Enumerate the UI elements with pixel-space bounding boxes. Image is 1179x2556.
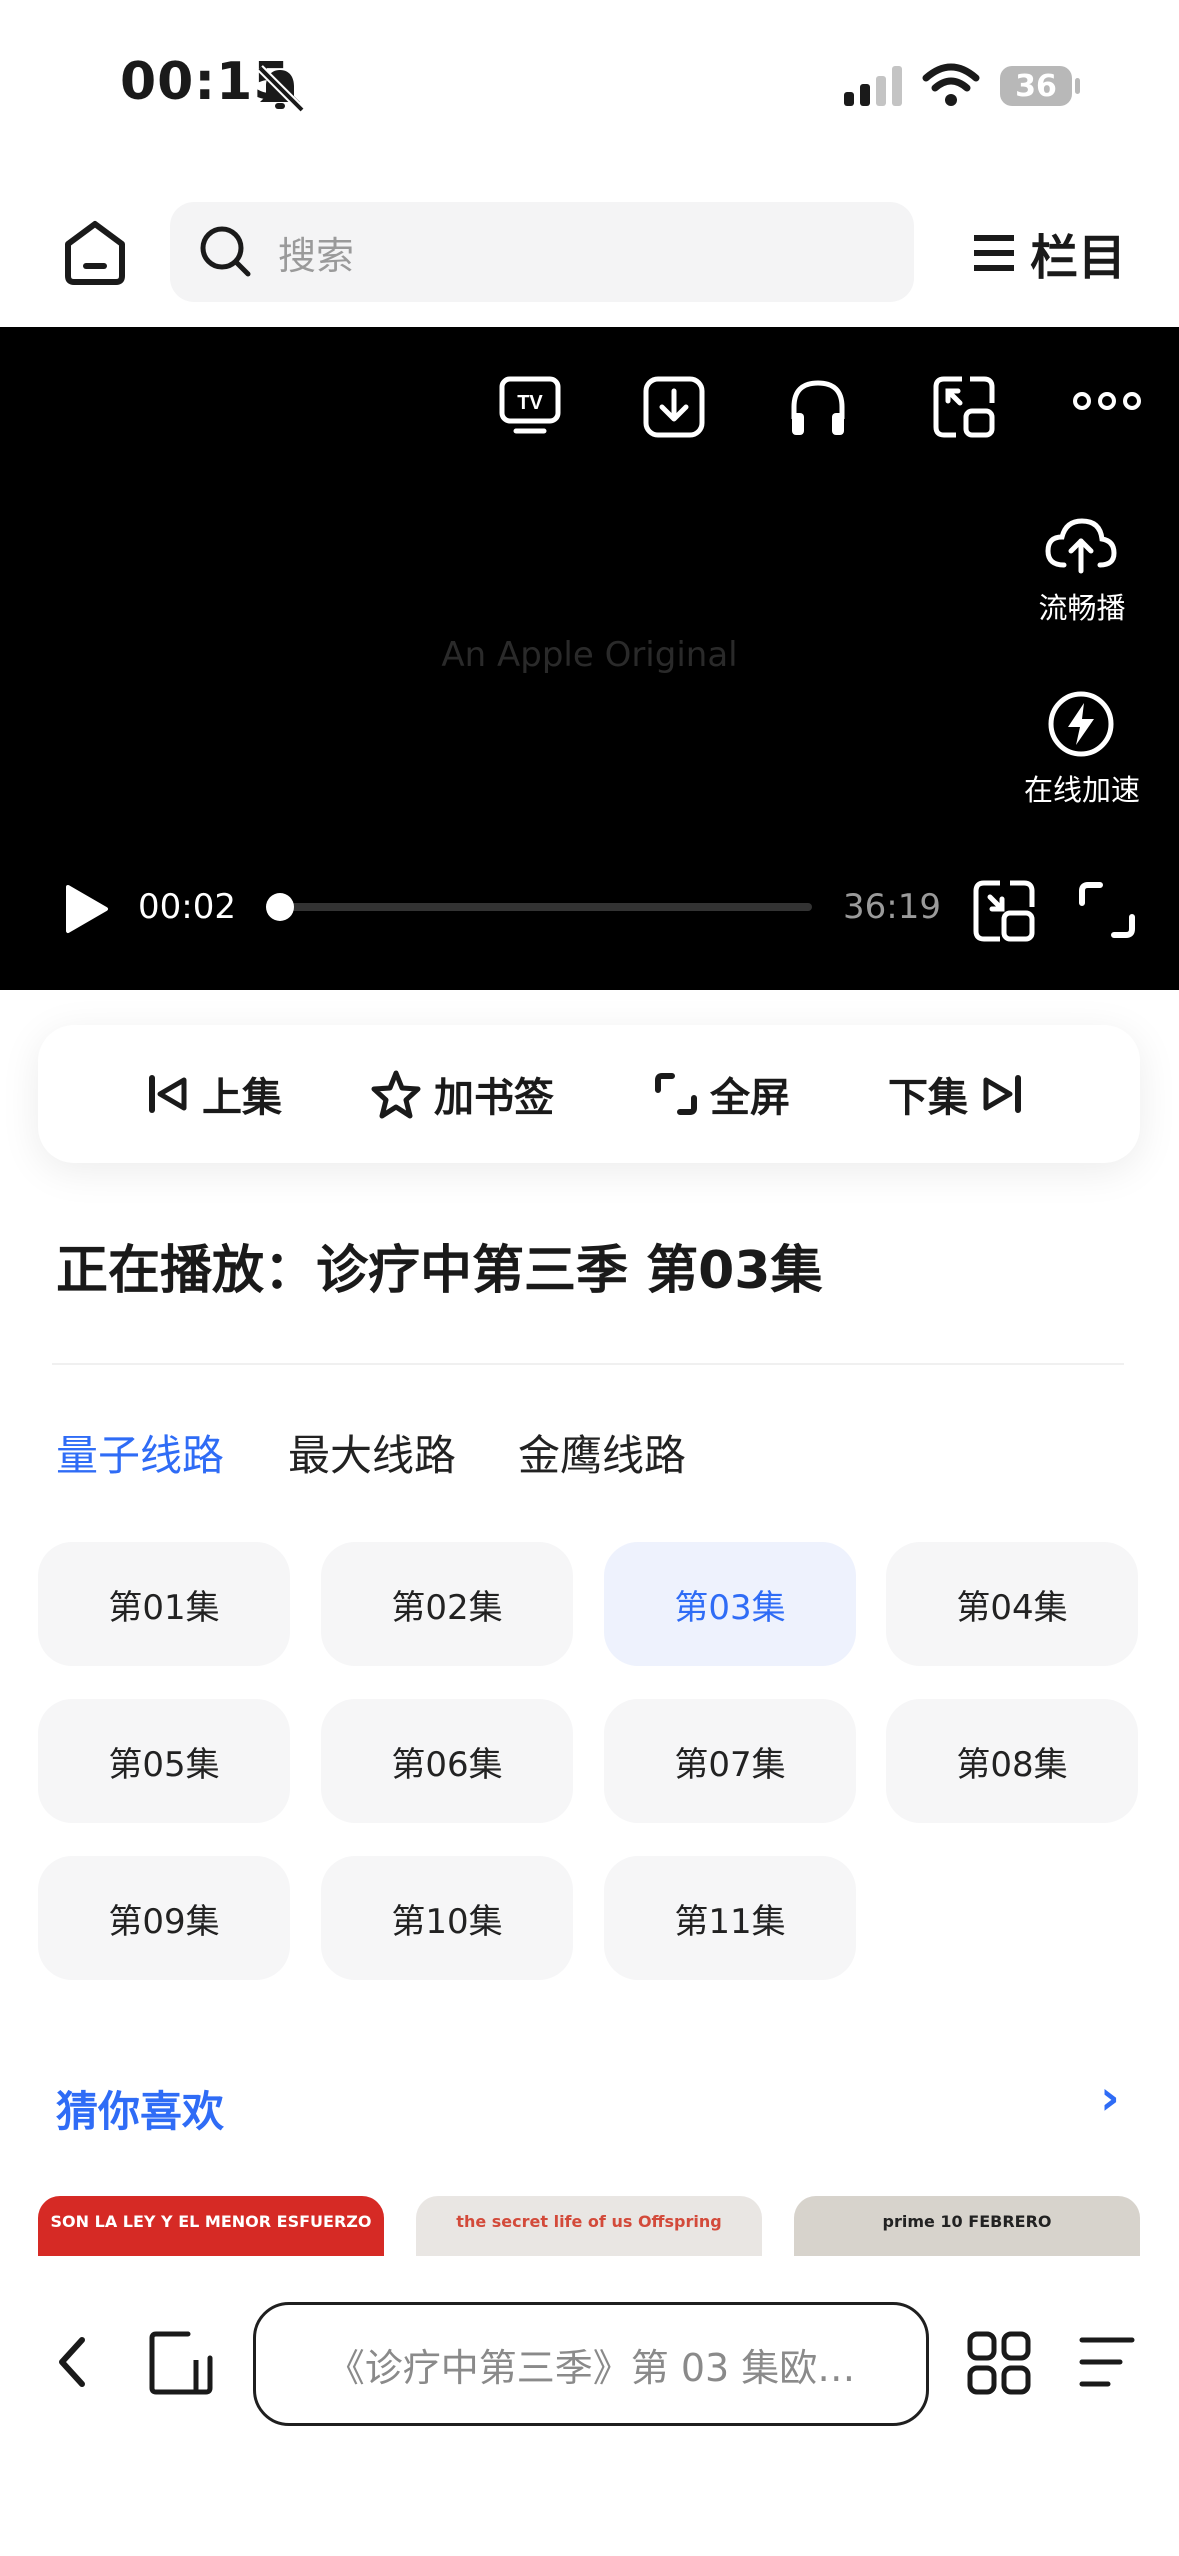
video-player[interactable]: An Apple Original TV 流畅播 在线加速 00:02 36:1… [0,327,1179,990]
bookmark-button[interactable]: 加书签 [358,1025,554,1163]
tv-cast-icon[interactable]: TV [498,375,562,435]
grid-apps-icon[interactable] [966,2330,1032,2396]
battery-indicator: 36 [1000,66,1072,106]
current-time: 00:02 [138,887,236,927]
recommend-poster[interactable]: prime 10 FEBRERO [794,2196,1140,2256]
next-episode-label: 下集 [888,1075,968,1121]
prev-episode-label: 上集 [202,1075,282,1121]
next-episode-button[interactable]: 下集 [888,1025,1036,1163]
recommend-poster[interactable]: SON LA LEY Y EL MENOR ESFUERZO [38,2196,384,2256]
route-tab-0[interactable]: 量子线路 [56,1422,224,1483]
search-placeholder: 搜索 [278,233,355,278]
poster-title: prime 10 FEBRERO [882,2212,1052,2231]
episode-button[interactable]: 第04集 [886,1542,1138,1666]
playback-control-bar: 上集 加书签 全屏 下集 [38,1025,1140,1163]
skip-back-icon [149,1075,187,1113]
progress-thumb[interactable] [266,893,294,921]
columns-label: 栏目 [1030,230,1127,286]
signal-icon [844,66,902,106]
online-accel-label[interactable]: 在线加速 [1002,767,1162,809]
back-icon[interactable] [52,2334,92,2390]
fullscreen-button[interactable]: 全屏 [642,1025,790,1163]
bookmark-label: 加书签 [434,1075,554,1121]
route-tab-1[interactable]: 最大线路 [288,1422,456,1483]
skip-forward-icon [983,1075,1021,1113]
fullscreen-label: 全屏 [710,1075,790,1121]
pip-small-icon[interactable] [972,879,1036,943]
episode-button[interactable]: 第08集 [886,1699,1138,1823]
play-icon[interactable] [64,883,110,935]
cloud-upload-icon[interactable] [1044,515,1118,575]
fullscreen-icon[interactable] [1078,881,1136,939]
pip-icon[interactable] [932,375,996,439]
progress-bar[interactable] [266,893,812,921]
poster-title: SON LA LEY Y EL MENOR ESFUERZO [50,2212,372,2231]
divider [52,1363,1124,1365]
svg-text:TV: TV [517,392,543,414]
recommend-more-chevron[interactable]: › [1100,2070,1120,2126]
prev-episode-button[interactable]: 上集 [134,1025,282,1163]
episode-button[interactable]: 第03集 [604,1542,856,1666]
route-tab-2[interactable]: 金鹰线路 [518,1422,686,1483]
recommend-title: 猜你喜欢 [56,2087,225,2136]
episode-button[interactable]: 第05集 [38,1699,290,1823]
address-bar[interactable]: 《诊疗中第三季》第 03 集欧… [253,2302,929,2426]
home-icon[interactable] [60,218,130,288]
lightning-icon[interactable] [1046,689,1116,759]
smooth-play-label[interactable]: 流畅播 [1002,585,1162,627]
search-icon [200,226,251,277]
poster-title: the secret life of us Offspring [456,2212,722,2231]
episode-button[interactable]: 第02集 [321,1542,573,1666]
episode-button[interactable]: 第10集 [321,1856,573,1980]
battery-tip [1075,78,1080,94]
episode-button[interactable]: 第07集 [604,1699,856,1823]
columns-button[interactable]: 栏目 [972,218,1126,288]
download-icon[interactable] [642,375,706,439]
search-input[interactable]: 搜索 [170,202,914,302]
episode-button[interactable]: 第01集 [38,1542,290,1666]
fullscreen-corners-icon [655,1073,697,1115]
video-watermark: An Apple Original [441,635,738,675]
menu-icon [974,235,1014,271]
episode-button[interactable]: 第11集 [604,1856,856,1980]
menu-lines-icon[interactable] [1078,2334,1136,2390]
now-playing-title: 正在播放：诊疗中第三季 第03集 [56,1241,823,1301]
bell-muted-icon [257,65,305,112]
episode-button[interactable]: 第06集 [321,1699,573,1823]
wifi-icon [922,63,980,106]
more-icon[interactable] [1072,389,1142,413]
total-time: 36:19 [843,887,941,927]
star-icon [371,1070,421,1119]
recommend-poster[interactable]: the secret life of us Offspring [416,2196,762,2256]
episode-button[interactable]: 第09集 [38,1856,290,1980]
tabs-icon[interactable] [148,2330,214,2396]
headphones-icon[interactable] [786,375,850,439]
